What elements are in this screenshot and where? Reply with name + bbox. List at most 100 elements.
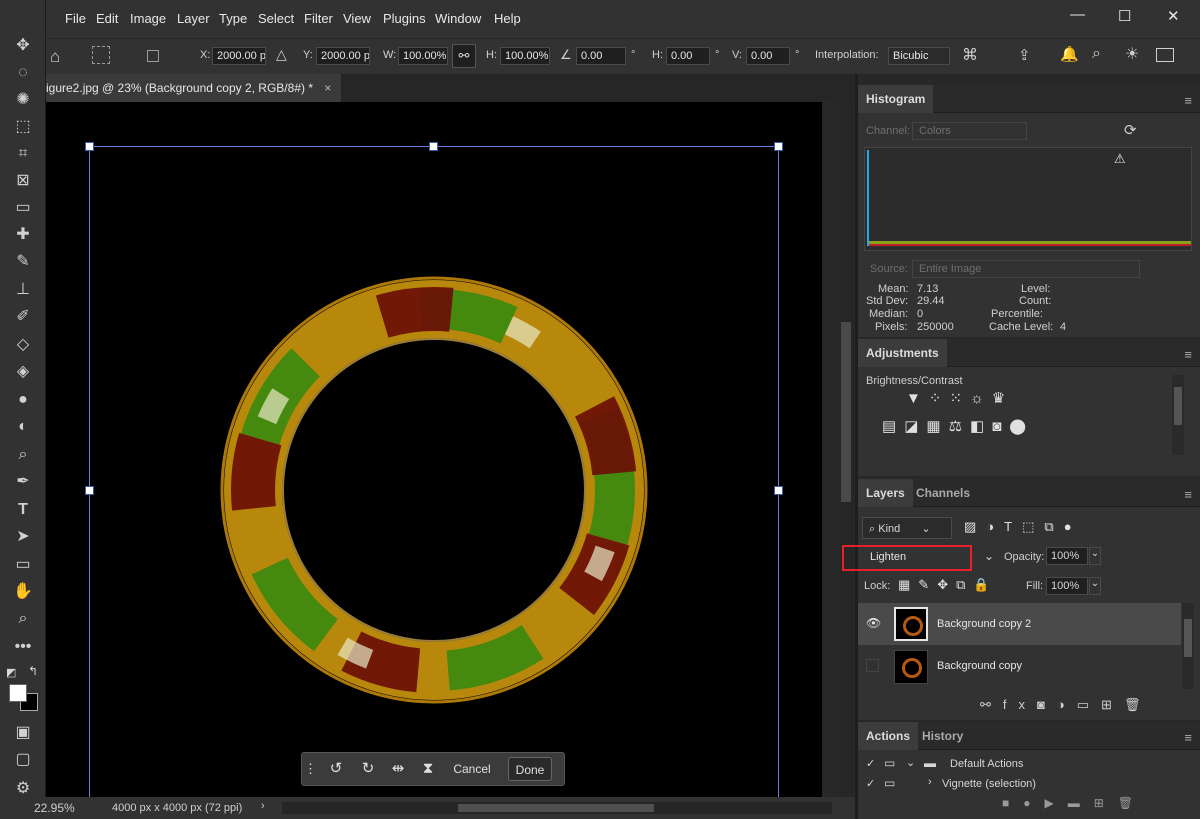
dialog-toggle-icon[interactable]: ▭ bbox=[884, 756, 895, 770]
status-menu-arrow[interactable]: › bbox=[261, 800, 265, 812]
tab-layers[interactable]: Layers bbox=[858, 479, 913, 507]
clone-stamp-icon[interactable]: ⊥ bbox=[12, 279, 34, 301]
black-white-icon[interactable]: ▦ bbox=[926, 418, 948, 435]
chevron-down-icon[interactable]: ⌄ bbox=[1089, 577, 1101, 595]
panel-menu-icon[interactable]: ≡ bbox=[1184, 93, 1192, 108]
transform-handle-tl[interactable] bbox=[85, 142, 94, 151]
brightness-icon[interactable]: ☼ bbox=[970, 390, 992, 407]
adjustment-filter-icon[interactable]: ◑ bbox=[986, 519, 1004, 534]
dodge-tool-icon[interactable]: ◐ bbox=[12, 416, 34, 438]
object-select-icon[interactable]: ⬚ bbox=[12, 116, 34, 138]
blur-tool-icon[interactable]: ● bbox=[12, 389, 34, 411]
action-set-name[interactable]: Default Actions bbox=[950, 758, 1023, 770]
eraser-icon[interactable]: ◇ bbox=[12, 334, 34, 356]
layer-filter-select[interactable]: ⌕ Kind ⌄ bbox=[862, 517, 952, 539]
angle-field[interactable]: 0.00 bbox=[576, 47, 626, 65]
opacity-field[interactable]: 100% bbox=[1046, 547, 1088, 565]
vskew-field[interactable]: 0.00 bbox=[746, 47, 790, 65]
path-select-icon[interactable]: ➤ bbox=[12, 526, 34, 548]
crop-tool-icon[interactable]: ⌗ bbox=[12, 143, 34, 165]
vertical-scrollbar[interactable] bbox=[838, 102, 854, 797]
warp-icon[interactable]: ⌘ bbox=[962, 45, 978, 65]
fx-icon[interactable]: fx bbox=[1003, 697, 1037, 712]
foreground-color-swatch[interactable] bbox=[9, 684, 27, 702]
trash-icon[interactable]: 🗑 bbox=[1124, 697, 1153, 712]
flip-horizontal-icon[interactable]: ⇹ bbox=[386, 753, 410, 785]
link-layers-icon[interactable]: ⚯ bbox=[980, 697, 1003, 712]
lock-pixels-icon[interactable]: ✎ bbox=[918, 577, 937, 592]
reference-point-checkbox[interactable] bbox=[147, 50, 159, 62]
rectangle-tool-icon[interactable]: ▭ bbox=[12, 554, 34, 576]
adjustments-scrollbar[interactable] bbox=[1172, 375, 1184, 455]
close-tab-icon[interactable]: × bbox=[324, 81, 331, 95]
lock-artboard-icon[interactable]: ⧉ bbox=[956, 577, 973, 592]
search-icon[interactable]: ⌕ bbox=[1092, 45, 1101, 63]
ruler-icon[interactable]: ▭ bbox=[12, 197, 34, 219]
trash-icon[interactable]: 🗑 bbox=[1118, 796, 1147, 810]
record-icon[interactable]: ● bbox=[1023, 796, 1044, 810]
exposure-icon[interactable]: ⁙ bbox=[949, 390, 970, 407]
document-tab[interactable]: igure2.jpg @ 23% (Background copy 2, RGB… bbox=[46, 74, 341, 102]
workspace-icon[interactable] bbox=[1156, 48, 1174, 62]
tab-histogram[interactable]: Histogram bbox=[858, 85, 934, 113]
zoom-level[interactable]: 22.95% bbox=[34, 801, 75, 815]
fill-field[interactable]: 100% bbox=[1046, 577, 1088, 595]
stop-icon[interactable]: ■ bbox=[1002, 796, 1023, 810]
horizontal-scrollbar[interactable] bbox=[282, 802, 832, 814]
hskew-field[interactable]: 0.00 bbox=[666, 47, 710, 65]
chevron-down-icon[interactable]: ⌄ bbox=[984, 549, 994, 563]
action-row[interactable]: ✓ ▭ › Vignette (selection) bbox=[858, 776, 1188, 792]
interpolation-select[interactable]: Bicubic bbox=[888, 47, 950, 65]
transform-bounding-box[interactable] bbox=[89, 146, 779, 806]
quick-mask-icon[interactable]: ▣ bbox=[12, 722, 34, 744]
transform-handle-tc[interactable] bbox=[429, 142, 438, 151]
adjustments-scroll-thumb[interactable] bbox=[1174, 387, 1182, 425]
transform-handle-tr[interactable] bbox=[774, 142, 783, 151]
blend-mode-select[interactable]: Lighten bbox=[846, 547, 996, 569]
source-select[interactable]: Entire Image bbox=[912, 260, 1140, 278]
brush-tool-icon[interactable]: ✎ bbox=[12, 251, 34, 273]
play-icon[interactable]: ▶ bbox=[1045, 796, 1068, 810]
notifications-icon[interactable]: 🔔 bbox=[1060, 45, 1079, 63]
type-filter-icon[interactable]: T bbox=[1004, 519, 1022, 534]
group-icon[interactable]: ▭ bbox=[1077, 697, 1101, 712]
rotate-right-icon[interactable]: ↻ bbox=[356, 753, 380, 785]
tab-channels[interactable]: Channels bbox=[908, 479, 978, 507]
y-field[interactable]: 2000.00 p bbox=[316, 47, 370, 65]
type-tool-icon[interactable]: T bbox=[12, 499, 34, 521]
done-button[interactable]: Done bbox=[508, 757, 552, 781]
invert-icon[interactable]: ◧ bbox=[970, 418, 992, 435]
layers-scrollbar[interactable] bbox=[1182, 603, 1194, 689]
chevron-down-icon[interactable]: ⌄ bbox=[906, 756, 915, 769]
healing-brush-icon[interactable]: ✚ bbox=[12, 224, 34, 246]
smart-object-filter-icon[interactable]: ⧉ bbox=[1044, 519, 1063, 534]
new-set-icon[interactable]: ▬ bbox=[1068, 796, 1094, 810]
transform-handle-ml[interactable] bbox=[85, 486, 94, 495]
check-icon[interactable]: ✓ bbox=[866, 757, 875, 770]
new-action-icon[interactable]: ⊞ bbox=[1094, 796, 1118, 810]
x-field[interactable]: 2000.00 p bbox=[212, 47, 266, 65]
magic-wand-icon[interactable]: ✺ bbox=[12, 89, 34, 111]
menu-type[interactable]: Type bbox=[219, 11, 247, 26]
tab-actions[interactable]: Actions bbox=[858, 722, 919, 750]
curves-icon[interactable]: ♛ bbox=[992, 390, 1013, 407]
shape-filter-icon[interactable]: ⬚ bbox=[1022, 519, 1044, 534]
new-layer-icon[interactable]: ⊞ bbox=[1101, 697, 1124, 712]
lock-all-icon[interactable]: 🔒 bbox=[973, 577, 997, 592]
layer-row[interactable]: Background copy bbox=[858, 646, 1181, 688]
reference-point-icon[interactable] bbox=[92, 46, 110, 64]
menu-select[interactable]: Select bbox=[258, 11, 294, 26]
paint-bucket-icon[interactable]: ◈ bbox=[12, 361, 34, 383]
more-tools-icon[interactable]: ••• bbox=[12, 636, 34, 658]
drag-handle-icon[interactable]: ⋮ bbox=[304, 753, 317, 785]
layer-row[interactable]: 👁 Background copy 2 bbox=[858, 603, 1181, 645]
chevron-down-icon[interactable]: ⌄ bbox=[1089, 547, 1101, 565]
menu-view[interactable]: View bbox=[343, 11, 371, 26]
smudge-icon[interactable]: ⌕ bbox=[12, 444, 34, 466]
transform-handle-mr[interactable] bbox=[774, 486, 783, 495]
panel-menu-icon[interactable]: ≡ bbox=[1184, 487, 1192, 502]
pen-tool-icon[interactable]: ✒ bbox=[12, 471, 34, 493]
panel-menu-icon[interactable]: ≡ bbox=[1184, 347, 1192, 362]
hand-tool-icon[interactable]: ✋ bbox=[12, 581, 34, 603]
lock-position-icon[interactable]: ✥ bbox=[937, 577, 956, 592]
